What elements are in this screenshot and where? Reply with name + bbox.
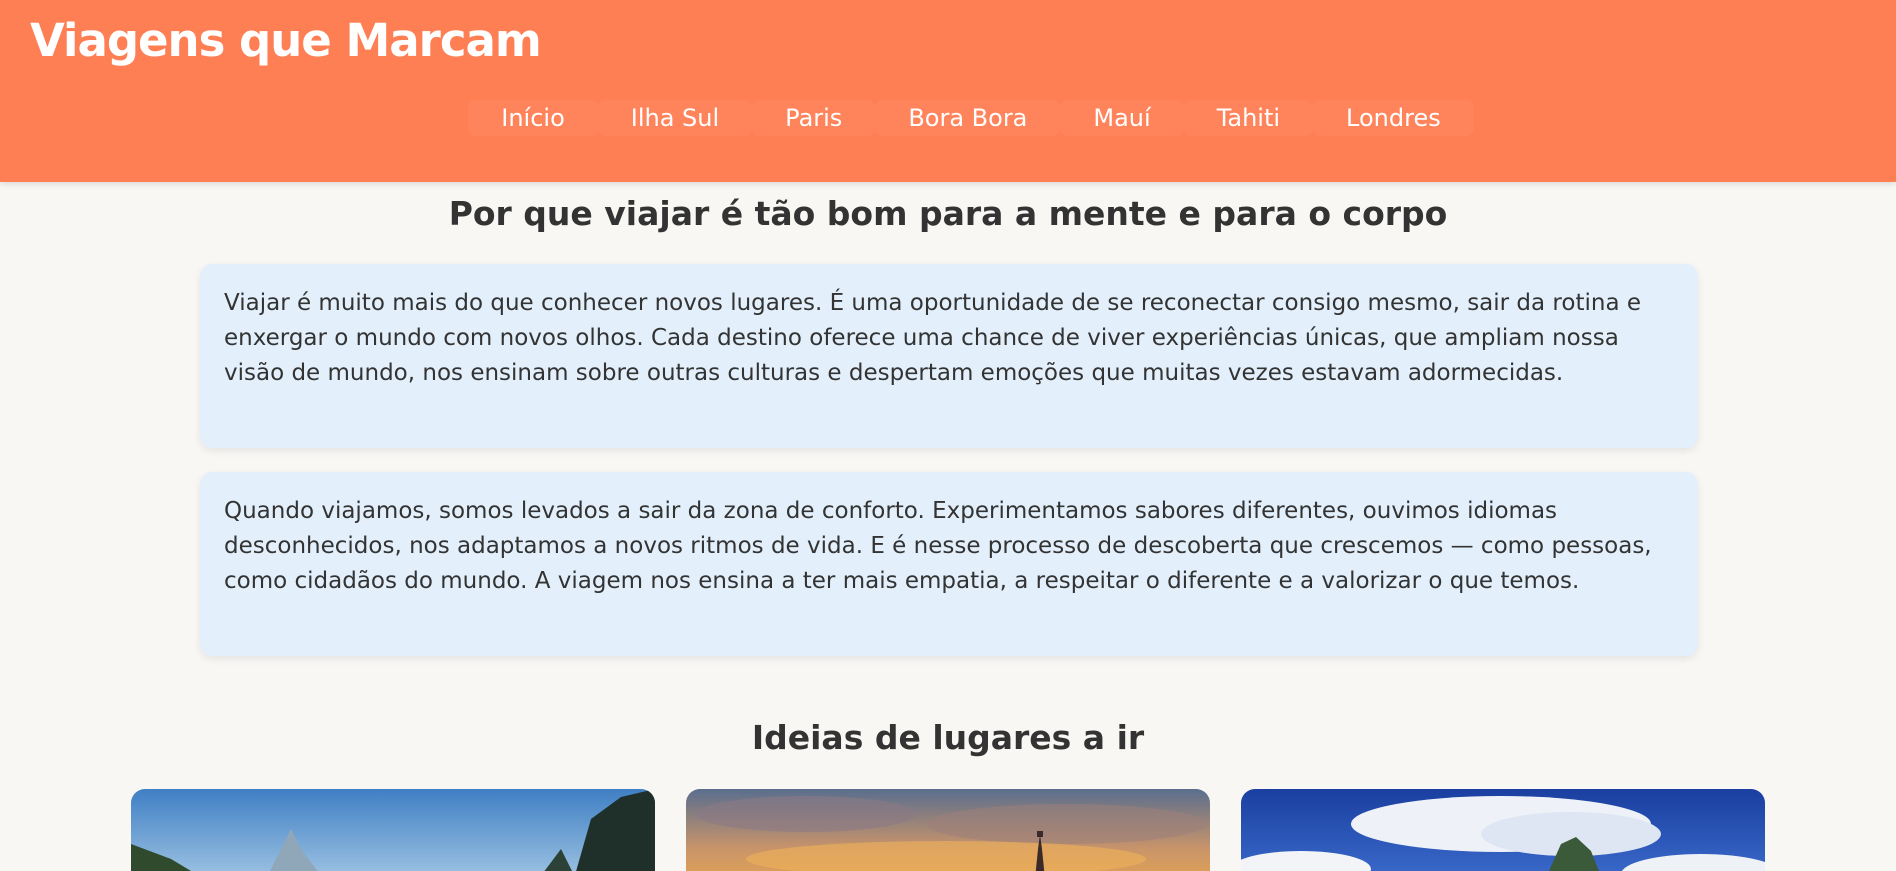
bora-bora-image [1241,789,1765,871]
main-nav: Início Ilha Sul Paris Bora Bora Mauí Tah… [0,100,1896,136]
destination-card-fjord[interactable] [131,789,655,871]
nav-link-bora-bora[interactable]: Bora Bora [875,100,1061,136]
site-header: Viagens que Marcam Início Ilha Sul Paris… [0,0,1896,182]
nav-link-inicio[interactable]: Início [468,100,598,136]
fjord-image [131,789,655,871]
nav-link-maui[interactable]: Mauí [1060,100,1184,136]
intro-paragraph-1: Viajar é muito mais do que conhecer novo… [224,290,1641,386]
site-title[interactable]: Viagens que Marcam [30,14,542,67]
paris-image [686,789,1210,871]
nav-link-ilha-sul[interactable]: Ilha Sul [597,100,753,136]
nav-link-tahiti[interactable]: Tahiti [1183,100,1314,136]
intro-card-2: Quando viajamos, somos levados a sair da… [200,472,1698,656]
nav-link-londres[interactable]: Londres [1313,100,1474,136]
intro-paragraph-2: Quando viajamos, somos levados a sair da… [224,498,1652,594]
intro-heading: Por que viajar é tão bom para a mente e … [448,194,1448,233]
nav-link-paris[interactable]: Paris [752,100,876,136]
destination-card-bora-bora[interactable] [1241,789,1765,871]
destination-card-paris[interactable] [686,789,1210,871]
intro-card-1: Viajar é muito mais do que conhecer novo… [200,264,1698,448]
ideas-heading: Ideias de lugares a ir [751,718,1145,757]
